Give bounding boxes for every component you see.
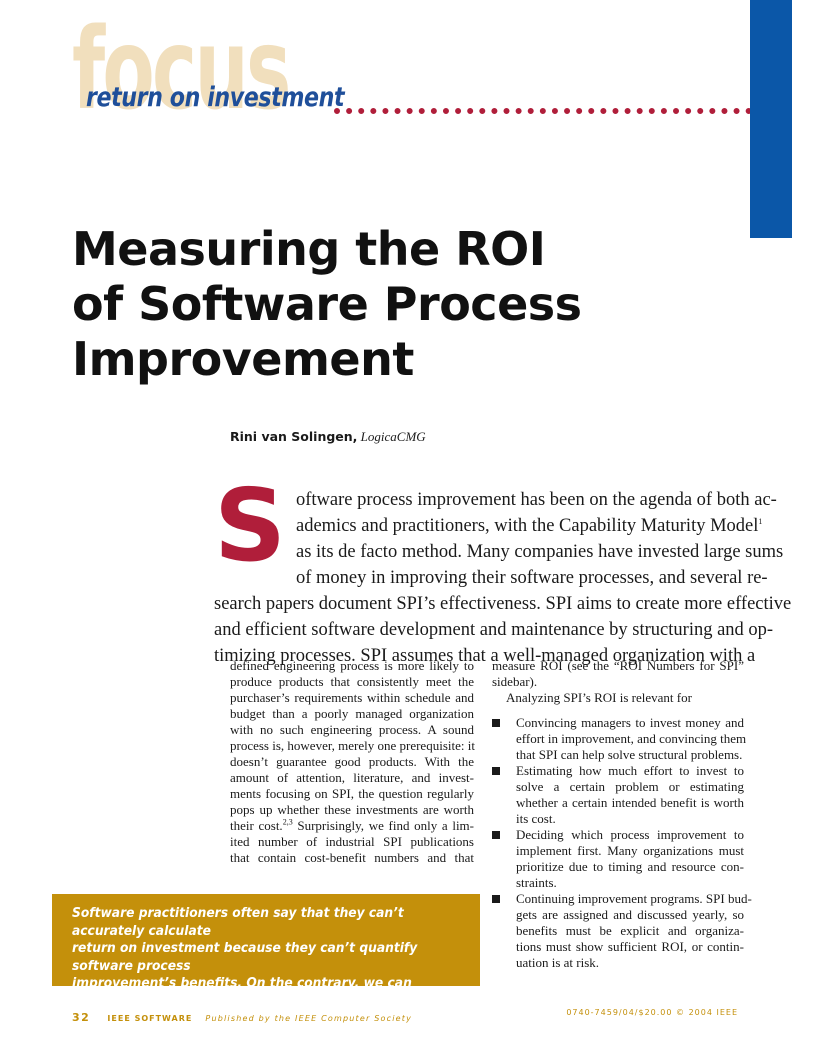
citation-ref: 2,3 [282,817,293,827]
byline: Rini van Solingen, LogicaCMG [230,429,426,445]
bullet-square-icon [492,895,500,903]
body-line: that contain cost-benefit numbers and th… [230,850,474,865]
title-line: of Software Process [72,277,582,331]
bullet-line: Convincing managers to invest money and [516,715,744,730]
bullet-square-icon [492,719,500,727]
bullet-line: tions must show sufficient ROI, or conti… [516,939,744,954]
body-line: their cost.2,3 Surprisingly, we find onl… [230,817,474,833]
bullet-line: benefits must be explicit and organiza- [516,923,744,938]
bullet-line: implement first. Many organizations must [516,843,744,858]
pull-quote-line: Software practitioners often say that th… [72,906,404,939]
bullet-square-icon [492,831,500,839]
article-title: Measuring the ROI of Software Process Im… [72,222,692,387]
bullet-line: Estimating how much effort to invest to [516,763,744,778]
bullet-line: effort in improvement, and convincing th… [516,731,747,746]
body-line: sidebar). [492,674,538,689]
lead-line: oftware process improvement has been on … [296,490,777,510]
body-line: produce products that consistently meet … [230,674,474,689]
lead-line: ademics and practitioners, with the Capa… [296,516,763,536]
title-line: Measuring the ROI [72,222,546,276]
drop-cap: S [214,467,287,584]
lead-line: and efficient software development and m… [214,620,774,640]
body-line: process is, however, merely one prerequi… [230,738,475,753]
bullet-line: straints. [516,875,557,890]
body-line: defined engineering process is more like… [230,658,474,673]
citation-ref: 1 [758,516,763,526]
title-line: Improvement [72,332,414,386]
pull-quote-line: improvement’s benefits. On the contrary,… [72,976,412,1009]
bullet-line: whether a certain intended benefit is wo… [516,795,744,810]
body-line: ments focusing on SPI, the question regu… [230,786,474,801]
body-line: amount of attention, literature, and inv… [230,770,474,785]
body-line: ited number of industrial SPI publicatio… [230,834,474,849]
bullet-item: Estimating how much effort to invest to … [492,763,744,827]
body-line: budget than a poorly managed organizatio… [230,706,474,721]
bullet-item: Deciding which process improvement to im… [492,827,744,891]
bullet-line: solve a certain problem or estimating [516,779,744,794]
author-affiliation: LogicaCMG [360,429,426,444]
publisher-line: Published by the IEEE Computer Society [205,1014,413,1023]
author-name: Rini van Solingen, [230,429,358,444]
copyright-line: 0740-7459/04/$20.00 © 2004 IEEE [566,1008,738,1017]
body-line: purchaser’s requirements within schedule… [230,690,474,705]
bullet-item: Convincing managers to invest money and … [492,715,747,763]
lead-line: of money in improving their software pro… [296,568,768,588]
bullet-line: uation is at risk. [516,955,600,970]
body-line: pops up whether these investments are wo… [230,802,474,817]
body-line: Analyzing SPI’s ROI is relevant for [506,690,692,705]
side-tab [750,0,792,238]
bullet-square-icon [492,767,500,775]
lead-line: as its de facto method. Many companies h… [296,542,784,562]
bullet-item: Continuing improvement programs. SPI bud… [492,891,752,971]
magazine-name: IEEE SOFTWARE [107,1014,193,1023]
body-column-left: defined engineering process is more like… [230,658,475,866]
bullet-line: that SPI can help solve structural probl… [516,747,743,762]
bullet-line: prioritize due to timing and resource co… [516,859,744,874]
page-number: 32 [72,1011,91,1024]
body-line: measure ROI (see the “ROI Numbers for SP… [492,658,744,673]
footer-left: 32 IEEE SOFTWARE Published by the IEEE C… [72,1006,412,1025]
bullet-line: Continuing improvement programs. SPI bud… [516,891,752,906]
section-label: return on investment [86,82,345,113]
bullet-line: Deciding which process improvement to [516,827,744,842]
bullet-line: its cost. [516,811,556,826]
body-column-right: measure ROI (see the “ROI Numbers for SP… [492,658,752,971]
pull-quote: Software practitioners often say that th… [52,894,480,1026]
dotted-rule [334,108,752,114]
bullet-line: gets are assigned and discussed yearly, … [516,907,744,922]
body-line: doesn’t guarantee good products. With th… [230,754,474,769]
pull-quote-line: return on investment because they can’t … [72,941,418,974]
lead-line: search papers document SPI’s effectivene… [214,594,792,614]
body-line: with no such engineering process. A soun… [230,722,474,737]
